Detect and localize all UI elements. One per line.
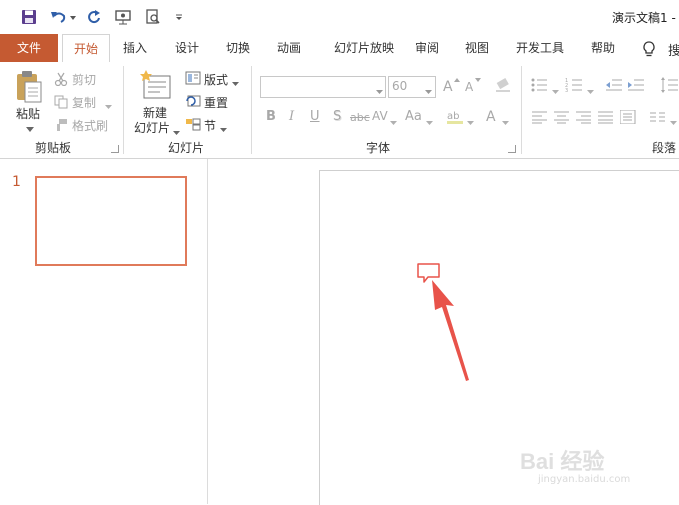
- slide-canvas[interactable]: [319, 170, 679, 505]
- svg-text:ab: ab: [447, 111, 459, 122]
- slide-number: 1: [12, 174, 21, 190]
- bullets-icon[interactable]: [530, 77, 548, 96]
- watermark: Bai 经验: [520, 449, 605, 474]
- font-color-dropdown-icon[interactable]: [502, 115, 509, 129]
- undo-icon[interactable]: [48, 7, 78, 27]
- tell-me-fragment[interactable]: 搜: [668, 40, 679, 59]
- numbering-dropdown-icon[interactable]: [587, 84, 594, 98]
- change-case-button[interactable]: Aa: [405, 109, 422, 124]
- layout-dropdown-icon[interactable]: [232, 76, 239, 90]
- present-from-start-icon[interactable]: [112, 7, 134, 27]
- align-center-icon[interactable]: [554, 110, 570, 127]
- watermark-url: jingyan.baidu.com: [538, 474, 631, 485]
- text-shadow-button[interactable]: S: [333, 109, 341, 124]
- copy-dropdown-icon[interactable]: [105, 99, 112, 113]
- new-slide-button[interactable]: 幻灯片: [134, 119, 170, 136]
- tab-help[interactable]: 帮助: [582, 34, 624, 62]
- group-divider: [251, 66, 252, 154]
- columns-dropdown-icon[interactable]: [670, 115, 677, 129]
- distributed-icon[interactable]: [619, 109, 636, 127]
- paste-dropdown-icon[interactable]: [26, 122, 34, 136]
- font-size-dropdown-icon[interactable]: [425, 84, 432, 98]
- cut-icon[interactable]: [54, 72, 68, 89]
- new-slide-icon[interactable]: [140, 70, 172, 103]
- save-icon[interactable]: [18, 7, 40, 27]
- font-color-icon[interactable]: A: [484, 108, 500, 127]
- cut-button[interactable]: 剪切: [72, 71, 96, 88]
- font-size-value: 60: [392, 79, 408, 93]
- columns-icon[interactable]: [650, 110, 666, 127]
- reset-button[interactable]: 重置: [204, 94, 228, 111]
- line-spacing-icon[interactable]: [660, 77, 678, 96]
- lightbulb-icon[interactable]: [641, 40, 657, 61]
- decrease-font-size-icon[interactable]: A: [464, 77, 482, 96]
- tab-design[interactable]: 设计: [166, 34, 208, 62]
- window-title: 演示文稿1 -: [612, 11, 676, 25]
- bold-button[interactable]: B: [266, 109, 276, 124]
- section-button[interactable]: 节: [204, 117, 216, 134]
- italic-button[interactable]: I: [289, 109, 294, 124]
- highlight-color-icon[interactable]: ab: [446, 108, 464, 127]
- numbering-icon[interactable]: 123: [565, 77, 583, 96]
- tab-slideshow[interactable]: 幻灯片放映: [324, 34, 404, 62]
- font-launcher-icon[interactable]: [508, 145, 516, 153]
- svg-text:A: A: [486, 109, 496, 124]
- clipboard-launcher-icon[interactable]: [111, 145, 119, 153]
- slide-thumbnail[interactable]: [35, 176, 187, 266]
- tab-view[interactable]: 视图: [456, 34, 498, 62]
- customize-toolbar-icon[interactable]: [172, 7, 186, 27]
- annotation-arrow: [424, 278, 474, 387]
- tab-transitions[interactable]: 切换: [216, 34, 260, 62]
- font-name-input[interactable]: [260, 76, 386, 98]
- case-dropdown-icon[interactable]: [426, 115, 433, 129]
- print-preview-icon[interactable]: [142, 7, 164, 27]
- font-name-dropdown-icon[interactable]: [376, 84, 383, 98]
- slides-group-label: 幻灯片: [167, 141, 204, 155]
- layout-button[interactable]: 版式: [204, 71, 228, 88]
- character-spacing-button[interactable]: AV: [372, 109, 388, 123]
- svg-text:A: A: [465, 80, 474, 93]
- svg-text:A: A: [443, 79, 453, 93]
- reset-icon[interactable]: [185, 94, 201, 111]
- paragraph-group-label: 段落: [652, 141, 677, 155]
- font-group-label: 字体: [365, 141, 390, 155]
- align-right-icon[interactable]: [576, 110, 592, 127]
- strikethrough-button[interactable]: abc: [350, 111, 370, 124]
- bullets-dropdown-icon[interactable]: [552, 84, 559, 98]
- group-divider: [521, 66, 522, 154]
- tab-developer[interactable]: 开发工具: [508, 34, 572, 62]
- svg-text:3: 3: [565, 88, 568, 93]
- paste-button[interactable]: 粘贴: [16, 105, 40, 122]
- section-icon[interactable]: [185, 117, 201, 134]
- section-dropdown-icon[interactable]: [220, 122, 227, 136]
- copy-icon[interactable]: [54, 95, 68, 112]
- tab-insert[interactable]: 插入: [114, 34, 156, 62]
- format-painter-button[interactable]: 格式刷: [72, 117, 108, 134]
- increase-font-size-icon[interactable]: A: [442, 77, 460, 96]
- tab-review[interactable]: 审阅: [406, 34, 448, 62]
- paste-icon[interactable]: [14, 70, 44, 107]
- tab-file[interactable]: 文件: [0, 34, 58, 62]
- group-divider: [123, 66, 124, 154]
- underline-button[interactable]: U: [310, 109, 320, 124]
- clipboard-group-label: 剪贴板: [34, 141, 71, 155]
- new-slide-dropdown-icon[interactable]: [173, 125, 180, 139]
- decrease-indent-icon[interactable]: [606, 77, 622, 96]
- increase-indent-icon[interactable]: [628, 77, 644, 96]
- copy-button[interactable]: 复制: [72, 94, 96, 111]
- layout-icon[interactable]: [185, 71, 201, 88]
- spacing-dropdown-icon[interactable]: [390, 115, 397, 129]
- tab-home[interactable]: 开始: [62, 34, 110, 63]
- redo-icon[interactable]: [84, 7, 104, 27]
- format-painter-icon[interactable]: [54, 118, 68, 135]
- align-left-icon[interactable]: [532, 110, 548, 127]
- justify-icon[interactable]: [598, 110, 614, 127]
- highlight-dropdown-icon[interactable]: [467, 115, 474, 129]
- clear-formatting-icon[interactable]: [494, 77, 512, 96]
- tab-animations[interactable]: 动画: [268, 34, 310, 62]
